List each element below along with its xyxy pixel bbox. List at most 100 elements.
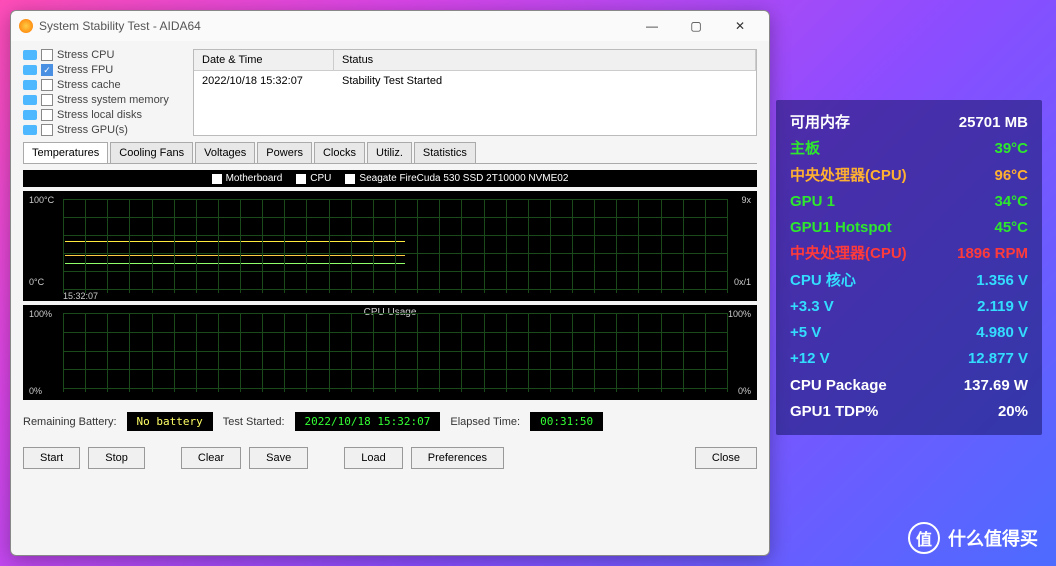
temperature-chart: 100°C 0°C 9x 0x/1 15:32:07	[23, 191, 757, 301]
start-button[interactable]: Start	[23, 447, 80, 469]
stress-item-0[interactable]: Stress CPU	[23, 49, 183, 61]
overlay-value: 45°C	[994, 215, 1028, 241]
clear-button[interactable]: Clear	[181, 447, 241, 469]
close-button[interactable]: ✕	[719, 12, 761, 40]
overlay-row: CPU Package137.69 W	[790, 373, 1028, 399]
checkbox[interactable]: ✓	[41, 64, 53, 76]
close-dialog-button[interactable]: Close	[695, 447, 757, 469]
tab-voltages[interactable]: Voltages	[195, 142, 255, 163]
overlay-value: 4.980 V	[976, 320, 1028, 346]
overlay-label: 主板	[790, 136, 820, 162]
overlay-label: 可用内存	[790, 110, 850, 136]
tab-statistics[interactable]: Statistics	[414, 142, 476, 163]
legend-checkbox[interactable]: ✓	[296, 174, 306, 184]
overlay-row: 中央处理器(CPU) 1896 RPM	[790, 241, 1028, 267]
save-button[interactable]: Save	[249, 447, 308, 469]
watermark-text: 什么值得买	[948, 525, 1038, 551]
chart1-legend: ✓Motherboard ✓CPU ✓Seagate FireCuda 530 SS…	[23, 170, 757, 187]
tab-utiliz.[interactable]: Utiliz.	[367, 142, 412, 163]
overlay-label: +12 V	[790, 346, 830, 372]
overlay-value: 1896 RPM	[957, 241, 1028, 267]
device-icon	[23, 125, 37, 135]
overlay-value: 137.69 W	[964, 373, 1028, 399]
prefs-button[interactable]: Preferences	[411, 447, 504, 469]
overlay-label: 中央处理器(CPU)	[790, 241, 907, 267]
window-title: System Stability Test - AIDA64	[39, 19, 631, 33]
device-icon	[23, 110, 37, 120]
stop-button[interactable]: Stop	[88, 447, 145, 469]
log-row[interactable]: 2022/10/18 15:32:07 Stability Test Start…	[194, 71, 756, 91]
watermark-icon: 值	[908, 522, 940, 554]
minimize-button[interactable]: —	[631, 12, 673, 40]
log-cell-status: Stability Test Started	[334, 71, 756, 91]
stress-label: Stress GPU(s)	[57, 124, 128, 136]
maximize-button[interactable]: ▢	[675, 12, 717, 40]
stress-options: Stress CPU ✓ Stress FPU Stress cache Str…	[23, 49, 183, 136]
overlay-value: 96°C	[994, 163, 1028, 189]
device-icon	[23, 80, 37, 90]
overlay-row: GPU1 TDP%20%	[790, 399, 1028, 425]
stress-item-4[interactable]: Stress local disks	[23, 109, 183, 121]
yr-top: 9x	[741, 195, 751, 205]
log-header-status[interactable]: Status	[334, 50, 756, 70]
device-icon	[23, 65, 37, 75]
y2r-top: 100%	[728, 309, 751, 319]
aida64-window: System Stability Test - AIDA64 — ▢ ✕ Str…	[10, 10, 770, 556]
window-controls: — ▢ ✕	[631, 12, 761, 40]
started-label: Test Started:	[223, 416, 285, 428]
stress-label: Stress cache	[57, 79, 121, 91]
legend-checkbox[interactable]: ✓	[212, 174, 222, 184]
legend-item[interactable]: ✓Motherboard	[212, 173, 283, 184]
overlay-label: 中央处理器(CPU)	[790, 163, 907, 189]
x-label: 15:32:07	[63, 291, 98, 301]
device-icon	[23, 95, 37, 105]
battery-value: No battery	[127, 412, 213, 431]
started-value: 2022/10/18 15:32:07	[295, 412, 441, 431]
overlay-value: 12.877 V	[968, 346, 1028, 372]
overlay-label: +3.3 V	[790, 294, 834, 320]
trace-mb	[65, 263, 405, 264]
overlay-row: 主板39°C	[790, 136, 1028, 162]
checkbox[interactable]	[41, 124, 53, 136]
app-icon	[19, 19, 33, 33]
tab-clocks[interactable]: Clocks	[314, 142, 365, 163]
checkbox[interactable]	[41, 79, 53, 91]
y2-top: 100%	[29, 309, 52, 319]
overlay-row: GPU 134°C	[790, 189, 1028, 215]
overlay-row: 中央处理器(CPU) 96°C	[790, 163, 1028, 189]
log-header-datetime[interactable]: Date & Time	[194, 50, 334, 70]
checkbox[interactable]	[41, 109, 53, 121]
stress-item-2[interactable]: Stress cache	[23, 79, 183, 91]
tab-temperatures[interactable]: Temperatures	[23, 142, 108, 163]
battery-label: Remaining Battery:	[23, 416, 117, 428]
tab-cooling fans[interactable]: Cooling Fans	[110, 142, 193, 163]
overlay-value: 20%	[998, 399, 1028, 425]
stress-item-5[interactable]: Stress GPU(s)	[23, 124, 183, 136]
y2-bot: 0%	[29, 386, 42, 396]
button-row: Start Stop Clear Save Load Preferences C…	[23, 443, 757, 473]
stress-item-3[interactable]: Stress system memory	[23, 94, 183, 106]
overlay-value: 2.119 V	[977, 294, 1028, 320]
device-icon	[23, 50, 37, 60]
stress-item-1[interactable]: ✓ Stress FPU	[23, 64, 183, 76]
trace-cpu	[65, 241, 405, 242]
legend-item[interactable]: ✓CPU	[296, 173, 331, 184]
checkbox[interactable]	[41, 49, 53, 61]
stress-label: Stress system memory	[57, 94, 169, 106]
status-row: Remaining Battery: No battery Test Start…	[23, 406, 757, 437]
yr-bot: 0x/1	[734, 277, 751, 287]
load-button[interactable]: Load	[344, 447, 402, 469]
event-log: Date & Time Status 2022/10/18 15:32:07 S…	[193, 49, 757, 136]
overlay-label: +5 V	[790, 320, 821, 346]
legend-checkbox[interactable]: ✓	[345, 174, 355, 184]
checkbox[interactable]	[41, 94, 53, 106]
trace-ssd	[65, 255, 405, 256]
stress-label: Stress local disks	[57, 109, 142, 121]
legend-item[interactable]: ✓Seagate FireCuda 530 SSD 2T10000 NVME02	[345, 173, 568, 184]
stress-label: Stress CPU	[57, 49, 114, 61]
titlebar[interactable]: System Stability Test - AIDA64 — ▢ ✕	[11, 11, 769, 41]
overlay-value: 1.356 V	[976, 268, 1028, 294]
tab-powers[interactable]: Powers	[257, 142, 312, 163]
overlay-row: +3.3 V 2.119 V	[790, 294, 1028, 320]
tab-bar: TemperaturesCooling FansVoltagesPowersCl…	[23, 142, 757, 164]
